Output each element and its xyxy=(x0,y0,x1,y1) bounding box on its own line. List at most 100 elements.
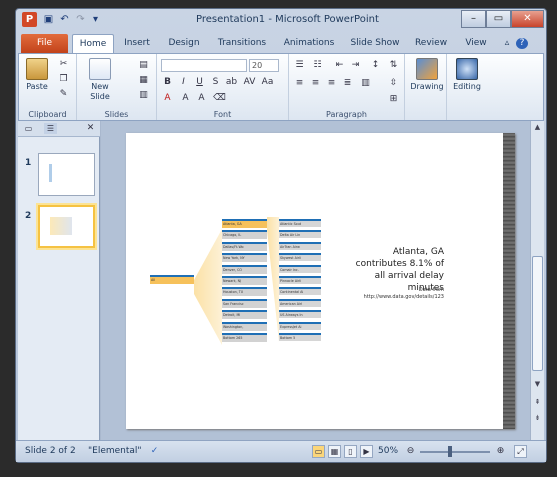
align-right-icon[interactable]: ≡ xyxy=(325,78,338,89)
level2-node[interactable]: ExpressJet Ai xyxy=(279,321,321,330)
underline-icon[interactable]: U xyxy=(193,77,206,88)
increase-indent-icon[interactable]: ⇥ xyxy=(349,60,362,71)
undo-icon[interactable]: ↶ xyxy=(58,13,71,26)
outline-tab-icon[interactable]: ☰ xyxy=(44,123,57,134)
level2-node[interactable]: Continental Ai xyxy=(279,287,321,296)
new-slide-button[interactable]: New Slide xyxy=(83,58,117,102)
text-direction-icon[interactable]: ⇅ xyxy=(387,60,400,71)
grow-font-icon[interactable]: A xyxy=(179,93,192,104)
line-spacing-icon[interactable]: ↕ xyxy=(369,60,382,71)
change-case-icon[interactable]: Aa xyxy=(261,77,274,88)
paste-button[interactable]: Paste xyxy=(23,58,51,92)
tab-review[interactable]: Review xyxy=(411,34,451,53)
format-painter-icon[interactable]: ✎ xyxy=(57,89,70,100)
slide-thumbnail-2[interactable] xyxy=(38,205,95,248)
zoom-slider[interactable] xyxy=(420,451,490,453)
close-panel-icon[interactable]: ✕ xyxy=(84,123,97,134)
slide-show-icon[interactable]: ▶ xyxy=(360,445,373,458)
slides-tab-icon[interactable]: ▭ xyxy=(22,123,35,134)
zoom-out-icon[interactable]: ⊖ xyxy=(404,446,417,457)
tab-slide-show[interactable]: Slide Show xyxy=(345,34,405,53)
slide-canvas[interactable]: All Atlanta, GA Chicago, IL Dallas/Ft.Wo Ne… xyxy=(126,133,515,429)
normal-view-icon[interactable]: ▭ xyxy=(312,445,325,458)
font-size-select[interactable]: 20 xyxy=(249,59,279,72)
level2-node[interactable]: American Airl xyxy=(279,298,321,307)
clear-formatting-icon[interactable]: ⌫ xyxy=(213,93,226,104)
justify-icon[interactable]: ≣ xyxy=(341,78,354,89)
next-slide-icon[interactable]: ⇟ xyxy=(532,413,543,424)
level2-node[interactable]: Skywest Airli xyxy=(279,253,321,262)
align-text-icon[interactable]: ⇳ xyxy=(387,78,400,89)
customize-toolbar-icon[interactable]: ▾ xyxy=(89,13,102,26)
tab-home[interactable]: Home xyxy=(72,34,114,54)
maximize-button[interactable]: ▭ xyxy=(486,10,511,28)
level2-node[interactable]: AirTran Airw xyxy=(279,241,321,250)
level1-node[interactable]: Bottom 265 xyxy=(222,333,267,342)
minimize-button[interactable]: – xyxy=(461,10,486,28)
level1-node[interactable]: Washington, xyxy=(222,321,267,331)
drawing-button[interactable]: Drawing xyxy=(409,58,445,92)
level2-node[interactable]: Delta Air Lin xyxy=(279,230,321,239)
strikethrough-icon[interactable]: ab xyxy=(225,77,238,88)
scroll-up-icon[interactable]: ▲ xyxy=(532,122,543,133)
tab-animations[interactable]: Animations xyxy=(279,34,339,53)
align-center-icon[interactable]: ≡ xyxy=(309,78,322,89)
level1-node[interactable]: Houston, TX xyxy=(222,287,267,297)
zoom-level[interactable]: 50% xyxy=(378,446,398,456)
tab-view[interactable]: View xyxy=(458,34,494,53)
save-icon[interactable]: ▣ xyxy=(42,13,55,26)
align-left-icon[interactable]: ≡ xyxy=(293,78,306,89)
help-icon[interactable]: ? xyxy=(516,38,528,49)
minimize-ribbon-icon[interactable]: ▵ xyxy=(502,34,512,53)
tab-transitions[interactable]: Transitions xyxy=(211,34,273,53)
reset-icon[interactable]: ▦ xyxy=(137,75,150,86)
bold-icon[interactable]: B xyxy=(161,77,174,88)
fit-to-window-icon[interactable]: ⤢ xyxy=(514,445,527,458)
italic-icon[interactable]: I xyxy=(177,77,190,88)
slide-thumbnail-1[interactable] xyxy=(38,153,95,196)
slide-sorter-icon[interactable]: ▦ xyxy=(328,445,341,458)
section-icon[interactable]: ▥ xyxy=(137,90,150,101)
smartart-icon[interactable]: ⊞ xyxy=(387,94,400,105)
font-color-icon[interactable]: A xyxy=(161,93,174,104)
level1-node[interactable]: Dallas/Ft.Wo xyxy=(222,241,267,251)
root-node[interactable]: All xyxy=(150,275,194,284)
bullets-icon[interactable]: ☰ xyxy=(293,60,306,71)
level1-node[interactable]: Chicago, IL xyxy=(222,230,267,240)
level2-node[interactable]: Atlantic Sout xyxy=(279,219,321,227)
level2-node[interactable]: US Airways In xyxy=(279,310,321,319)
level1-node[interactable]: Denver, CO xyxy=(222,264,267,274)
redo-icon[interactable]: ↷ xyxy=(74,13,87,26)
powerpoint-app-icon[interactable]: P xyxy=(22,12,37,27)
copy-icon[interactable]: ❐ xyxy=(57,74,70,85)
level2-node[interactable]: Pinnacle Airli xyxy=(279,276,321,284)
level1-node[interactable]: Detroit, MI xyxy=(222,310,267,320)
shadow-icon[interactable]: S xyxy=(209,77,222,88)
cut-icon[interactable]: ✂ xyxy=(57,59,70,70)
tab-insert[interactable]: Insert xyxy=(117,34,157,53)
tab-design[interactable]: Design xyxy=(162,34,206,53)
numbering-icon[interactable]: ☷ xyxy=(311,60,324,71)
close-button[interactable]: ✕ xyxy=(511,10,544,28)
vertical-scrollbar[interactable]: ▲ ▼ ⇞ ⇟ xyxy=(530,121,544,440)
character-spacing-icon[interactable]: AV xyxy=(243,77,256,88)
scroll-down-icon[interactable]: ▼ xyxy=(532,379,543,390)
previous-slide-icon[interactable]: ⇞ xyxy=(532,397,543,408)
spelling-check-icon[interactable]: ✓ xyxy=(148,446,161,457)
shrink-font-icon[interactable]: A xyxy=(195,93,208,104)
font-name-select[interactable] xyxy=(161,59,247,72)
decrease-indent-icon[interactable]: ⇤ xyxy=(333,60,346,71)
level2-node[interactable]: Bottom 5 xyxy=(279,333,321,341)
level2-node[interactable]: Comair Inc. xyxy=(279,264,321,273)
reading-view-icon[interactable]: ▯ xyxy=(344,445,357,458)
level1-node[interactable]: Newark, NJ xyxy=(222,276,267,285)
editing-button[interactable]: Editing xyxy=(449,58,485,92)
level1-node[interactable]: Atlanta, GA xyxy=(222,219,267,228)
zoom-slider-knob[interactable] xyxy=(448,446,452,457)
tab-file[interactable]: File xyxy=(21,34,68,53)
layout-icon[interactable]: ▤ xyxy=(137,60,150,71)
level1-node[interactable]: San Francisc xyxy=(222,298,267,308)
scroll-thumb[interactable] xyxy=(532,256,543,371)
level1-node[interactable]: New York, NY xyxy=(222,253,267,263)
zoom-in-icon[interactable]: ⊕ xyxy=(494,446,507,457)
